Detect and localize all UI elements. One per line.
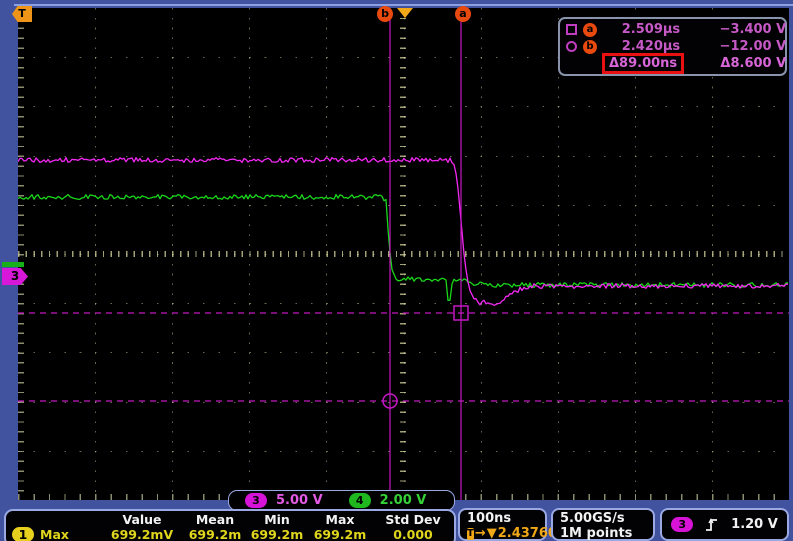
cursor-b-top-badge[interactable]: b [377,6,393,22]
cursor-a-time: 2.509µs [621,22,681,37]
channel4-position-marker[interactable] [2,262,24,267]
channel4-scale[interactable]: 4 2.00 V [348,493,427,508]
cursor-a-top-badge[interactable]: a [455,6,471,22]
channel4-badge: 4 [348,493,371,508]
meas-min: 699.2m [250,527,304,541]
meas-value: 699.2mV [110,527,174,541]
arrow-icon: → [474,526,486,541]
record-length: 1M points [560,526,633,541]
timebase-scale: 100ns [467,511,512,526]
cursor-a-volts: −3.400 V [719,22,787,37]
waveform-display [18,8,789,500]
col-mean: Mean [195,512,235,527]
delay-marker-icon: ▼ [486,526,497,541]
col-stddev: Std Dev [385,512,441,527]
trigger-t-icon: T [467,527,474,540]
measurement-table[interactable]: Value Mean Min Max Std Dev 1 Max 699.2mV… [4,509,456,541]
channel4-scale-label: 2.00 V [379,493,427,508]
measurement-headers: Value Mean Min Max Std Dev [12,512,450,527]
trigger-source-badge: 3 [671,517,694,532]
top-edge-highlight [14,4,793,6]
trigger-level: 1.20 V [731,517,778,532]
meas-max: 699.2m [313,527,367,541]
horizontal-settings-box[interactable]: 100ns T → ▼ 2.43760µs [458,508,574,541]
cursor-b-volts: −12.00 V [719,39,787,54]
cursor-readout-box[interactable]: a 2.509µs −3.400 V b 2.420µs −12.00 V Δ8… [558,17,787,76]
col-value: Value [122,512,162,527]
cursor-b-badge: b [583,39,597,54]
meas-stddev: 0.000 [393,527,433,541]
sample-rate: 5.00GS/s [560,511,625,526]
col-max: Max [325,512,355,527]
channel3-badge: 3 [245,493,267,508]
delta-time-highlighted: Δ89.00ns [602,53,685,74]
channel3-scale-label: 5.00 V [276,493,323,508]
acquisition-box[interactable]: 5.00GS/s 1M points [551,508,655,541]
channel3-scale[interactable]: 3 5.00 V [245,493,323,508]
measurement-row: 1 Max 699.2mV 699.2m 699.2m 699.2m 0.000 [12,527,450,541]
trigger-settings-box[interactable]: 3 1.20 V [660,508,789,541]
trigger-position-icon[interactable] [397,8,413,18]
cursor-a-square-icon [566,24,577,35]
rising-edge-icon [706,517,718,531]
col-min: Min [264,512,290,527]
measurement-name: Max [40,527,69,541]
cursor-b-time: 2.420µs [621,39,681,54]
channel1-badge: 1 [12,527,34,541]
meas-mean: 699.2m [188,527,242,541]
cursor-b-circle-icon [566,41,577,52]
waveform-canvas [18,8,789,500]
channel-scale-bar: 3 5.00 V 4 2.00 V [228,490,455,511]
cursor-a-badge: a [583,22,597,37]
delta-volts: Δ8.600 V [720,56,787,71]
trigger-time-flag[interactable]: T [12,6,32,22]
